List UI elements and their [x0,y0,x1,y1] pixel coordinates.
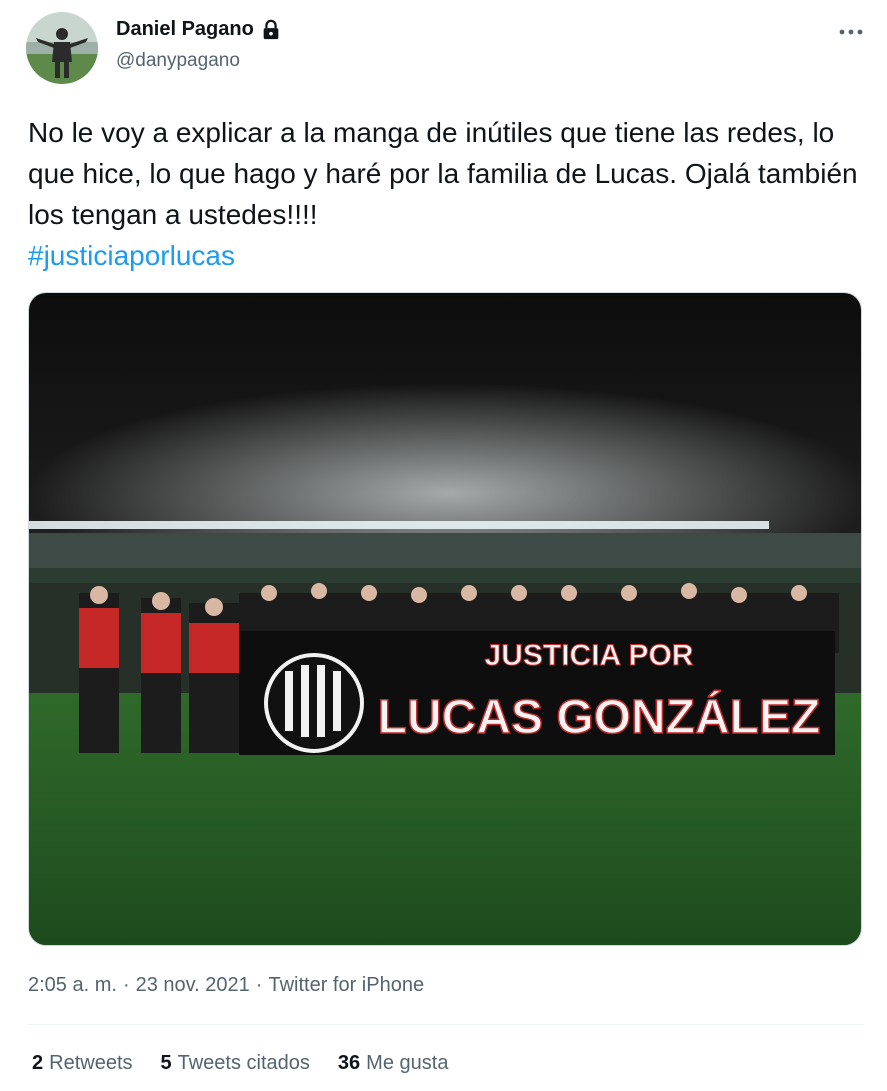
author-name[interactable]: Daniel Pagano [116,18,254,41]
quotes-stat[interactable]: 5 Tweets citados [161,1052,310,1075]
tweet-source[interactable]: Twitter for iPhone [268,974,424,997]
likes-label: Me gusta [366,1052,449,1074]
tweet-card: Daniel Pagano @danypagano No le voy a ex… [0,0,887,1091]
banner-line-2: LUCAS GONZÁLEZ [378,690,821,744]
retweets-count: 2 [32,1052,44,1074]
lock-icon [263,19,279,39]
tweet-stats: 2 Retweets 5 Tweets citados 36 Me gusta [32,1052,448,1075]
tweet-text: No le voy a explicar a la manga de inúti… [28,117,858,230]
more-icon[interactable] [836,20,866,44]
retweets-label: Retweets [49,1052,133,1074]
divider [28,1024,864,1025]
avatar-image [26,12,98,84]
meta-separator: · [122,974,130,996]
tweet-photo[interactable]: JUSTICIA POR LUCAS GONZÁLEZ [28,292,862,946]
likes-count: 36 [337,1052,361,1074]
tweet-date[interactable]: 23 nov. 2021 [136,974,250,997]
meta-separator: · [255,974,263,996]
banner-line-1: JUSTICIA POR [485,639,694,672]
avatar[interactable] [26,12,98,84]
author-name-row: Daniel Pagano [116,18,282,41]
quotes-label: Tweets citados [177,1052,310,1074]
likes-stat[interactable]: 36 Me gusta [338,1052,449,1075]
author-handle[interactable]: @danypagano [116,50,240,72]
tweet-text-block: No le voy a explicar a la manga de inúti… [28,112,868,276]
quotes-count: 5 [160,1052,172,1074]
hashtag-link[interactable]: #justiciaporlucas [28,235,868,276]
retweets-stat[interactable]: 2 Retweets [32,1052,133,1075]
tweet-meta: 2:05 a. m. · 23 nov. 2021 · Twitter for … [28,974,424,997]
team-photo-image: JUSTICIA POR LUCAS GONZÁLEZ [29,293,861,945]
tweet-time[interactable]: 2:05 a. m. [28,974,117,997]
